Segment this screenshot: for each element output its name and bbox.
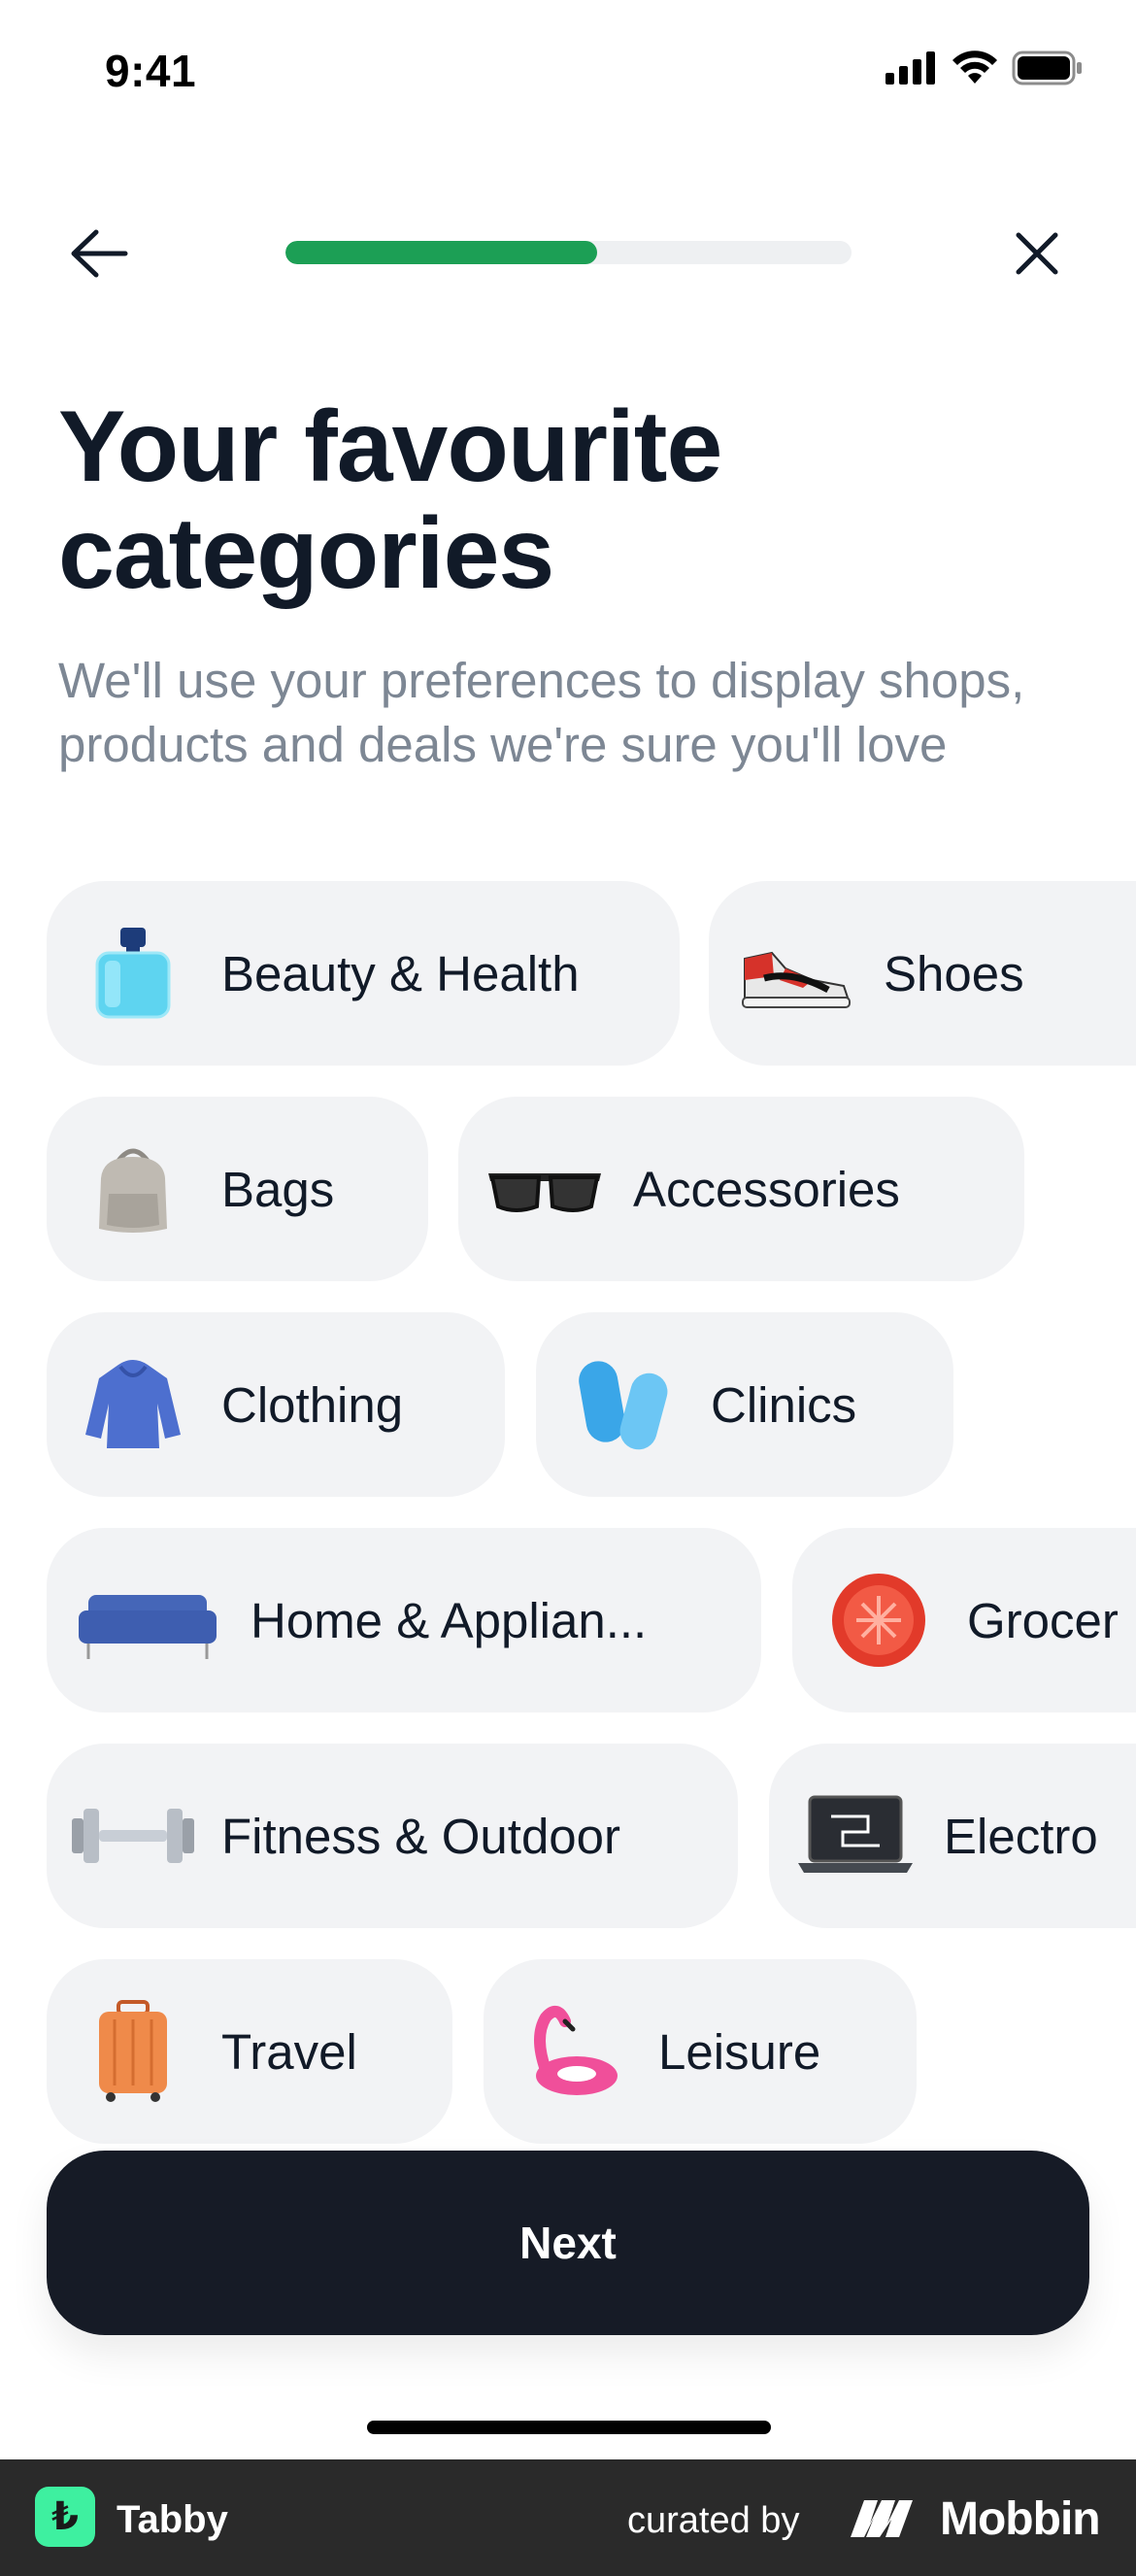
- page-title-line-1: Your favourite: [58, 390, 722, 503]
- tomato-icon: [816, 1557, 942, 1683]
- cellular-signal-icon: [885, 51, 935, 85]
- mobbin-logo-icon: [851, 2500, 913, 2537]
- category-label: Leisure: [658, 2023, 821, 2080]
- flamingo-float-icon: [507, 1988, 633, 2115]
- back-button[interactable]: [60, 220, 138, 288]
- category-chip-home-appliances[interactable]: Home & Applian...: [47, 1528, 761, 1712]
- category-chip-fitness-outdoor[interactable]: Fitness & Outdoor: [47, 1744, 738, 1928]
- wifi-icon: [952, 51, 997, 84]
- category-chip-list: Beauty & Health Shoes Bags Accessories C…: [0, 881, 1136, 2144]
- category-chip-shoes[interactable]: Shoes: [709, 881, 1136, 1066]
- category-label: Home & Applian...: [251, 1592, 648, 1648]
- arrow-left-icon: [71, 229, 128, 278]
- category-label: Grocer: [967, 1592, 1119, 1648]
- status-bar: 9:41: [0, 0, 1136, 146]
- category-chip-travel[interactable]: Travel: [47, 1959, 452, 2144]
- tabby-logo-icon: ₺: [35, 2487, 95, 2547]
- progress-fill: [285, 241, 597, 264]
- category-label: Bags: [221, 1161, 335, 1217]
- perfume-icon: [70, 910, 196, 1036]
- hoodie-icon: [70, 1341, 196, 1468]
- category-label: Travel: [221, 2023, 357, 2080]
- dumbbell-icon: [70, 1773, 196, 1899]
- close-button[interactable]: [998, 220, 1076, 288]
- category-label: Fitness & Outdoor: [221, 1808, 621, 1864]
- close-icon: [1016, 232, 1058, 275]
- status-icons: [885, 51, 1084, 85]
- sofa-icon: [70, 1557, 225, 1683]
- category-chip-accessories[interactable]: Accessories: [458, 1097, 1024, 1281]
- app-name: Tabby: [117, 2498, 228, 2541]
- category-chip-leisure[interactable]: Leisure: [484, 1959, 917, 2144]
- page-title-line-2: categories: [58, 497, 554, 610]
- laptop-icon: [792, 1773, 919, 1899]
- status-time: 9:41: [105, 46, 197, 96]
- category-label: Clothing: [221, 1376, 404, 1433]
- page-subtitle: We'll use your preferences to display sh…: [58, 649, 1087, 777]
- page-title: Your favourite categories: [58, 393, 1029, 607]
- sneaker-icon: [732, 910, 858, 1036]
- home-indicator: [367, 2421, 771, 2434]
- page-subtitle-line-2: products and deals we're sure you'll lov…: [58, 717, 948, 772]
- footer-bar: ₺ Tabby curated by Mobbin: [0, 2459, 1136, 2576]
- category-label: Electro: [944, 1808, 1098, 1864]
- category-label: Accessories: [633, 1161, 900, 1217]
- progress-bar: [285, 241, 852, 264]
- suitcase-icon: [70, 1988, 196, 2115]
- battery-icon: [1012, 51, 1082, 85]
- category-chip-beauty-health[interactable]: Beauty & Health: [47, 881, 680, 1066]
- category-chip-grocery[interactable]: Grocer: [792, 1528, 1136, 1712]
- page-subtitle-line-1: We'll use your preferences to display sh…: [58, 653, 1025, 708]
- category-chip-electronics[interactable]: Electro: [769, 1744, 1136, 1928]
- sunglasses-icon: [482, 1126, 608, 1252]
- category-chip-clinics[interactable]: Clinics: [536, 1312, 953, 1497]
- top-nav: [0, 214, 1136, 291]
- category-label: Clinics: [711, 1376, 857, 1433]
- backpack-icon: [70, 1126, 196, 1252]
- category-chip-bags[interactable]: Bags: [47, 1097, 428, 1281]
- category-chip-clothing[interactable]: Clothing: [47, 1312, 505, 1497]
- curated-by-label: curated by: [627, 2500, 800, 2541]
- pills-icon: [559, 1341, 685, 1468]
- category-label: Beauty & Health: [221, 945, 580, 1001]
- brand-name: Mobbin: [940, 2493, 1101, 2545]
- next-button[interactable]: Next: [47, 2151, 1089, 2335]
- category-label: Shoes: [884, 945, 1024, 1001]
